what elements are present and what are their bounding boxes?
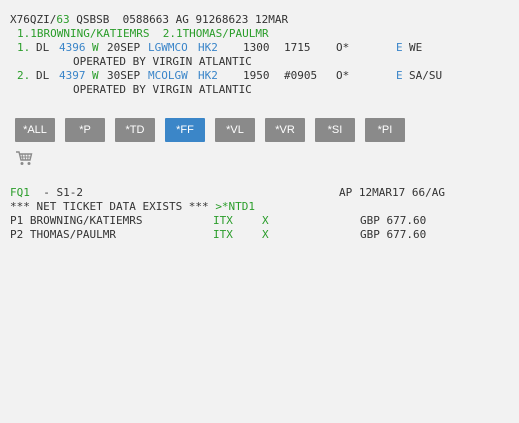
segment-flag: O* — [336, 41, 350, 54]
segment-flag: O* — [336, 69, 350, 82]
segment-date: 20SEP — [107, 41, 141, 54]
segment-flight[interactable]: 4396 — [59, 41, 86, 55]
segment-eticket: E — [396, 41, 403, 54]
net-ticket-link[interactable]: >*NTD1 — [215, 200, 255, 213]
td-button[interactable]: *TD — [115, 118, 155, 142]
segment-operated-1: OPERATED BY VIRGIN ATLANTIC — [73, 55, 252, 68]
fare-quote-display: FQ1 - S1-2 AP 12MAR17 66/AG *** NET TICK… — [10, 186, 515, 242]
si-button[interactable]: *SI — [315, 118, 355, 142]
segment-airline: DL — [36, 41, 50, 54]
vr-button[interactable]: *VR — [265, 118, 305, 142]
segment-arrival: #0905 — [284, 69, 318, 82]
passenger-names: 1.1BROWNING/KATIEMRS 2.1THOMAS/PAULMR — [17, 27, 269, 40]
pi-button[interactable]: *PI — [365, 118, 405, 142]
segment-arrival: 1715 — [284, 41, 311, 54]
fare-quote-link[interactable]: FQ1 — [10, 186, 30, 200]
fare-segments: - S1-2 — [30, 186, 83, 199]
passenger-flag: X — [262, 228, 269, 241]
passenger-label: P1 BROWNING/KATIEMRS — [10, 214, 143, 227]
passenger-amount: GBP 677.60 — [360, 228, 427, 241]
agent-code: 63 — [56, 13, 70, 26]
segment-line-2[interactable]: 2. DL 4397 W 30SEP MCOLGW HK2 1950 #0905… — [10, 69, 515, 83]
segment-days: WE — [409, 41, 423, 54]
header-details: QSBSB 0588663 AG 91268623 12MAR — [69, 13, 289, 26]
record-locator[interactable]: X76QZI/ — [10, 13, 56, 26]
net-notice-text: *** NET TICKET DATA EXISTS *** — [10, 200, 216, 213]
fare-quote-header: FQ1 - S1-2 AP 12MAR17 66/AG — [10, 186, 515, 200]
segment-status: HK2 — [198, 41, 218, 54]
ff-button[interactable]: *FF — [165, 118, 205, 142]
pnr-header-line: X76QZI/63 QSBSB 0588663 AG 91268623 12MA… — [10, 13, 515, 27]
segment-class: W — [92, 69, 99, 82]
segment-days: SA/SU — [409, 69, 443, 82]
segment-number: 2. — [17, 69, 31, 82]
segment-route[interactable]: LGWMCO — [148, 41, 188, 55]
all-button[interactable]: *ALL — [15, 118, 55, 142]
segment-line-1[interactable]: 1. DL 4396 W 20SEP LGWMCO HK2 1300 1715 … — [10, 41, 515, 55]
fare-passenger-row: P1 BROWNING/KATIEMRS ITX X GBP 677.60 — [10, 214, 515, 228]
fare-passenger-row: P2 THOMAS/PAULMR ITX X GBP 677.60 — [10, 228, 515, 242]
passenger-label: P2 THOMAS/PAULMR — [10, 228, 116, 241]
segment-eticket: E — [396, 69, 403, 82]
vl-button[interactable]: *VL — [215, 118, 255, 142]
segment-status: HK2 — [198, 69, 218, 82]
segment-route[interactable]: MCOLGW — [148, 69, 188, 83]
passenger-type: ITX — [213, 214, 233, 227]
segment-class: W — [92, 41, 99, 54]
passenger-flag: X — [262, 214, 269, 227]
shopping-cart-icon[interactable] — [15, 150, 33, 166]
segment-airline: DL — [36, 69, 50, 82]
segment-number: 1. — [17, 41, 31, 54]
segment-date: 30SEP — [107, 69, 141, 82]
p-button[interactable]: *P — [65, 118, 105, 142]
net-ticket-notice: *** NET TICKET DATA EXISTS *** >*NTD1 — [10, 200, 515, 214]
pnr-display: X76QZI/63 QSBSB 0588663 AG 91268623 12MA… — [10, 13, 515, 97]
segment-departure: 1950 — [243, 69, 270, 82]
segment-departure: 1300 — [243, 41, 270, 54]
segment-flight[interactable]: 4397 — [59, 69, 86, 83]
passenger-amount: GBP 677.60 — [360, 214, 427, 227]
fare-ap-info: AP 12MAR17 66/AG — [339, 186, 445, 199]
segment-operated-2: OPERATED BY VIRGIN ATLANTIC — [73, 83, 252, 96]
passenger-type: ITX — [213, 228, 233, 241]
